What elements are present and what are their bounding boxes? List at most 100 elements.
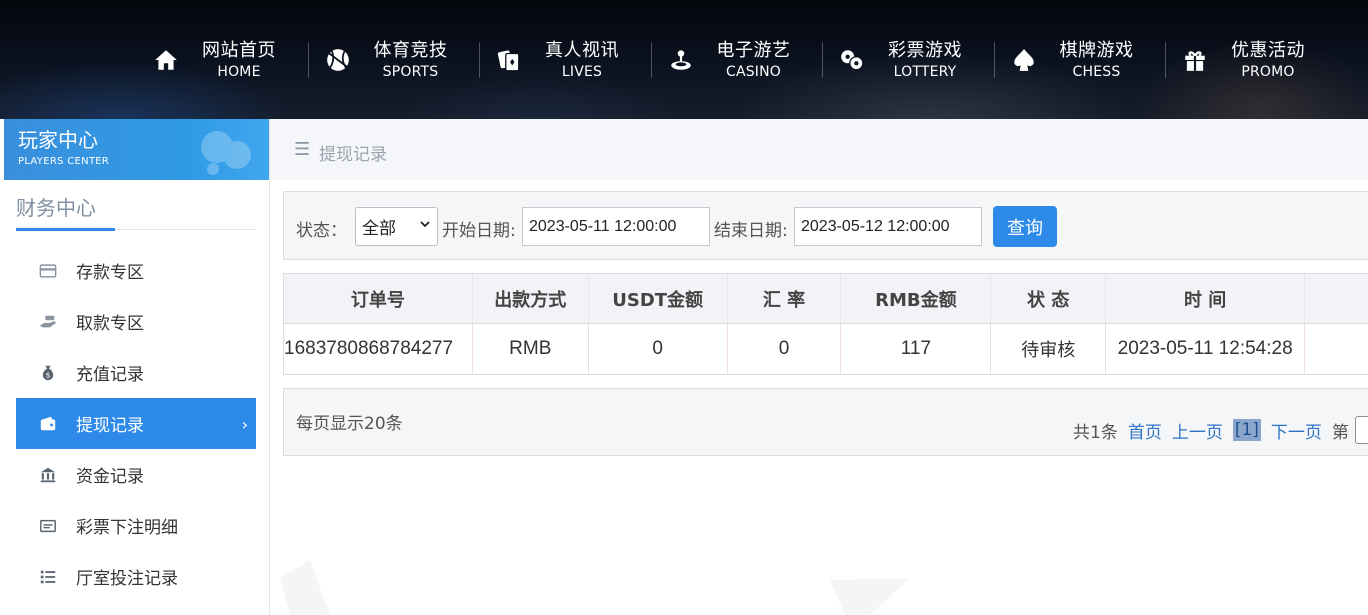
cash-hand-icon (38, 312, 58, 332)
players-center-header: 玩家中心 PLAYERS CENTER (4, 119, 269, 180)
usdt-amount-cell: 0 (589, 324, 728, 374)
players-center-title: 玩家中心 (18, 128, 98, 152)
nav-label-en: CASINO (725, 63, 782, 80)
nav-label-cn: 优惠活动 (1231, 39, 1305, 61)
money-bag-icon: $ (38, 363, 58, 383)
sidebar: 玩家中心 PLAYERS CENTER 财务中心 存款专区 取款专区 $ 充值记… (0, 119, 270, 615)
order-number-cell: 1683780868784277 (284, 324, 473, 374)
exchange-rate-cell: 0 (728, 324, 842, 374)
nav-label-cn: 体育竞技 (373, 39, 448, 61)
column-header: 出款方式 (473, 274, 589, 323)
breadcrumb: ☰ 提现记录 (270, 119, 1368, 180)
nav-label-en: LIVES (561, 63, 603, 80)
ticket-icon (38, 516, 58, 536)
end-date-input[interactable]: 2023-05-12 12:00:00 (794, 207, 982, 246)
start-date-input[interactable]: 2023-05-11 12:00:00 (522, 207, 710, 246)
first-page-link[interactable]: 首页 (1128, 418, 1162, 443)
column-header: 状 态 (991, 274, 1107, 323)
main-nav: 网站首页 HOME 体育竞技 SPORTS 真人视讯 LIVES 电子游艺 CASINO… (136, 34, 1337, 86)
nav-item-casino[interactable]: 电子游艺 CASINO (650, 34, 823, 86)
playing-cards-icon (495, 46, 523, 74)
table-row: 1683780868784277 RMB 0 0 117 待审核 2023-05… (284, 324, 1368, 374)
rmb-amount-cell: 117 (841, 324, 992, 374)
end-date-label: 结束日期: (714, 221, 788, 241)
goto-page-label: 第 (1331, 422, 1349, 443)
page-size-text: 每页显示20条 (296, 414, 403, 434)
status-cell: 待审核 (991, 324, 1107, 374)
sidebar-item-fund-records[interactable]: 资金记录 (16, 449, 256, 500)
nav-item-chess[interactable]: 棋牌游戏 CHESS (993, 34, 1166, 86)
sidebar-item-hall-bets[interactable]: 厅室投注记录 (16, 551, 256, 602)
nav-item-home[interactable]: 网站首页 HOME (136, 34, 308, 86)
gamepad-icon (201, 131, 251, 175)
finance-menu: 存款专区 取款专区 $ 充值记录 提现记录 › 资金记录 彩票下注明细 厅室投注… (16, 245, 256, 602)
nav-label-en: HOME (217, 63, 261, 80)
extra-cell (1305, 324, 1368, 374)
column-header: RMB金额 (841, 274, 992, 323)
bank-icon (38, 465, 58, 485)
column-header: 订单号 (284, 274, 473, 323)
spade-icon (1010, 46, 1038, 74)
nav-item-promo[interactable]: 优惠活动 PROMO (1165, 34, 1337, 86)
sidebar-item-deposit[interactable]: 存款专区 (16, 245, 256, 296)
nav-label-cn: 彩票游戏 (888, 39, 962, 61)
nav-item-lottery[interactable]: 彩票游戏 LOTTERY (822, 34, 994, 86)
start-date-label: 开始日期: (442, 221, 516, 241)
status-select[interactable]: 全部 (355, 207, 438, 246)
section-underline (16, 228, 115, 231)
card-icon (38, 261, 58, 281)
column-header: 汇 率 (728, 274, 842, 323)
sidebar-item-label: 资金记录 (76, 467, 144, 487)
column-header: 时 间 (1106, 274, 1306, 323)
total-count: 共1条 (1073, 422, 1118, 443)
finance-center-heading: 财务中心 (16, 196, 96, 220)
nav-label-en: PROMO (1241, 63, 1295, 80)
nav-item-sports[interactable]: 体育竞技 SPORTS (307, 34, 480, 86)
svg-text:$: $ (46, 370, 51, 379)
joystick-icon (667, 46, 695, 74)
sidebar-item-withdraw-records[interactable]: 提现记录 › (16, 398, 256, 449)
column-header: USDT金额 (589, 274, 728, 323)
next-page-link[interactable]: 下一页 (1271, 418, 1322, 443)
time-cell: 2023-05-11 12:54:28 (1106, 324, 1306, 374)
sidebar-item-label: 存款专区 (76, 263, 144, 283)
home-icon (152, 46, 180, 74)
sidebar-item-withdraw[interactable]: 取款专区 (16, 296, 256, 347)
nav-label-cn: 电子游艺 (716, 39, 791, 61)
sidebar-item-label: 充值记录 (76, 365, 144, 385)
top-navigation-bar: 网站首页 HOME 体育竞技 SPORTS 真人视讯 LIVES 电子游艺 CASINO… (0, 0, 1368, 119)
basketball-icon (324, 46, 352, 74)
pagination-controls: 共1条 首页 上一页 [1] 下一页 第 (1073, 416, 1368, 444)
column-header (1305, 274, 1368, 323)
nav-label-en: LOTTERY (893, 63, 957, 80)
nav-label-en: CHESS (1072, 63, 1121, 80)
sidebar-item-recharge-records[interactable]: $ 充值记录 (16, 347, 256, 398)
gift-icon (1181, 46, 1209, 74)
sidebar-item-label: 彩票下注明细 (76, 518, 178, 538)
status-select-value: 全部 (362, 219, 396, 239)
players-center-subtitle: PLAYERS CENTER (18, 156, 110, 167)
sidebar-item-label: 厅室投注记录 (76, 569, 178, 589)
search-button[interactable]: 查询 (993, 206, 1057, 247)
prev-page-link[interactable]: 上一页 (1172, 418, 1223, 443)
nav-label-cn: 真人视讯 (545, 39, 619, 61)
current-page: [1] (1232, 419, 1261, 441)
sidebar-item-lottery-bets[interactable]: 彩票下注明细 (16, 500, 256, 551)
nav-label-cn: 网站首页 (202, 39, 276, 61)
chevron-right-icon: › (241, 415, 248, 434)
list-icon (38, 567, 58, 587)
status-label: 状态： (296, 221, 347, 241)
sidebar-item-label: 提现记录 (76, 416, 144, 436)
goto-page-input[interactable] (1354, 416, 1368, 444)
table-header-row: 订单号 出款方式 USDT金额 汇 率 RMB金额 状 态 时 间 (284, 274, 1368, 324)
wallet-icon (38, 414, 58, 434)
sidebar-item-label: 取款专区 (76, 314, 144, 334)
chevron-down-icon (420, 221, 430, 228)
lottery-balls-icon (838, 46, 866, 74)
filter-bar: 状态： 全部 开始日期: 2023-05-11 12:00:00 结束日期: 2… (283, 191, 1368, 260)
nav-item-lives[interactable]: 真人视讯 LIVES (479, 34, 651, 86)
pagination-bar: 每页显示20条 共1条 首页 上一页 [1] 下一页 第 (283, 388, 1368, 456)
background-watermark (280, 560, 910, 615)
breadcrumb-current: 提现记录 (319, 145, 387, 165)
nav-label-cn: 棋牌游戏 (1059, 39, 1134, 61)
